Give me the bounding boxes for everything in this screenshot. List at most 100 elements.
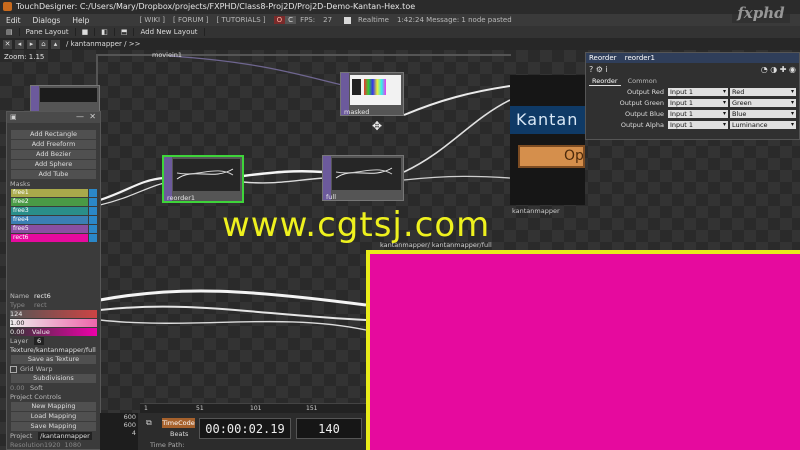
thumbnail-streaks bbox=[176, 168, 234, 180]
info-icon[interactable]: i bbox=[606, 65, 608, 74]
node-thumbnail-colorbars bbox=[350, 75, 401, 105]
type-label: Type bbox=[10, 301, 25, 309]
node-moviein-partial[interactable] bbox=[30, 85, 100, 113]
timeline-value-2: 600 bbox=[123, 421, 136, 429]
param-channel-select[interactable]: Red bbox=[730, 88, 796, 96]
watermark: www.cgtsj.com bbox=[222, 205, 491, 245]
wire-bottom-3 bbox=[99, 319, 367, 331]
resolution-width[interactable]: 1920 bbox=[44, 441, 61, 449]
color-slider-2[interactable]: 1.00 bbox=[10, 319, 97, 327]
add-bezier-button[interactable]: Add Bezier bbox=[11, 150, 96, 159]
param-channel-select[interactable]: Luminance bbox=[730, 121, 796, 129]
subdivisions-button[interactable]: Subdivisions bbox=[11, 374, 96, 383]
param-toolbar-icons: ? ⚙ i bbox=[589, 65, 608, 74]
param-input-select[interactable]: Input 1 bbox=[668, 110, 728, 118]
color-chart bbox=[364, 79, 386, 95]
param-op-name[interactable]: reorder1 bbox=[625, 54, 655, 62]
wire-in-reorder bbox=[99, 176, 165, 202]
mask-item[interactable]: free2 bbox=[11, 198, 97, 206]
param-channel-select[interactable]: Green bbox=[730, 99, 796, 107]
beats-button[interactable]: Beats bbox=[170, 430, 188, 438]
mask-select-button[interactable] bbox=[89, 225, 97, 233]
parameter-panel: Reorder reorder1 ? ⚙ i ◔ ◑ ✚ ◉ Reorder C… bbox=[585, 52, 800, 140]
mask-select-button[interactable] bbox=[89, 207, 97, 215]
name-value[interactable]: rect6 bbox=[34, 292, 51, 300]
texture-field[interactable]: Texture/kantanmapper/full bbox=[10, 346, 97, 354]
output-viewer[interactable] bbox=[366, 250, 800, 450]
tab-reorder[interactable]: Reorder bbox=[589, 77, 621, 86]
comment-icon[interactable]: ◔ bbox=[761, 65, 768, 74]
chart-dark-patch bbox=[352, 79, 361, 95]
type-value: rect bbox=[34, 301, 47, 309]
mask-item[interactable]: rect6 bbox=[11, 234, 97, 242]
load-mapping-button[interactable]: Load Mapping bbox=[11, 412, 96, 421]
frame-display[interactable]: 140 bbox=[296, 418, 362, 439]
timeline-tick: 151 bbox=[306, 405, 318, 412]
param-tabs: Reorder Common bbox=[589, 77, 660, 86]
layer-row: Layer 6 bbox=[10, 337, 97, 345]
wire-full-out bbox=[403, 99, 511, 173]
add-freeform-button[interactable]: Add Freeform bbox=[11, 140, 96, 149]
time-path-label: Time Path: bbox=[150, 441, 185, 449]
mask-select-button[interactable] bbox=[89, 198, 97, 206]
timeline-left-values: 600 600 4 bbox=[100, 413, 138, 450]
tab-common[interactable]: Common bbox=[625, 77, 660, 86]
param-channel-select[interactable]: Blue bbox=[730, 110, 796, 118]
panel-icon: ▣ bbox=[10, 113, 17, 121]
node-full[interactable]: full bbox=[322, 155, 404, 201]
fxphd-logo: fxphd bbox=[732, 3, 790, 23]
target-icon[interactable]: ◉ bbox=[789, 65, 796, 74]
add-rectangle-button[interactable]: Add Rectangle bbox=[11, 130, 96, 139]
param-input-select[interactable]: Input 1 bbox=[668, 121, 728, 129]
save-mapping-button[interactable]: Save Mapping bbox=[11, 422, 96, 431]
param-op-type: Reorder bbox=[589, 54, 617, 62]
project-value[interactable]: /kantanmapper bbox=[38, 432, 92, 440]
close-icon[interactable]: ✕ bbox=[89, 112, 96, 121]
kantanmapper-node[interactable] bbox=[510, 75, 585, 205]
grid-warp-checkbox[interactable] bbox=[10, 365, 17, 373]
mask-item[interactable]: free3 bbox=[11, 207, 97, 215]
mask-name: rect6 bbox=[11, 234, 88, 242]
layer-value[interactable]: 6 bbox=[34, 337, 45, 345]
node-masked[interactable]: masked bbox=[340, 72, 404, 116]
new-mapping-button[interactable]: New Mapping bbox=[11, 402, 96, 411]
timecode-button[interactable]: TimeCode bbox=[162, 418, 195, 428]
node-reorder[interactable]: reorder1 bbox=[162, 155, 244, 203]
minimize-icon[interactable]: — bbox=[76, 112, 84, 121]
mask-select-button[interactable] bbox=[89, 216, 97, 224]
wire-full-out-2 bbox=[403, 175, 511, 181]
grid-warp-row: Grid Warp bbox=[10, 365, 97, 373]
settings-icon[interactable]: ⚙ bbox=[596, 65, 603, 74]
mask-select-button[interactable] bbox=[89, 234, 97, 242]
param-title-bar: Reorder reorder1 bbox=[586, 53, 799, 63]
timeline-value-3: 4 bbox=[131, 429, 136, 437]
add-sphere-button[interactable]: Add Sphere bbox=[11, 160, 96, 169]
node-label-reorder: reorder1 bbox=[167, 194, 195, 202]
panel-header: ▣ — ✕ bbox=[7, 112, 100, 123]
viewer-icon[interactable]: ◑ bbox=[770, 65, 777, 74]
node-thumbnail bbox=[332, 158, 401, 190]
resolution-height[interactable]: 1080 bbox=[65, 441, 82, 449]
mask-item[interactable]: free1 bbox=[11, 189, 97, 197]
kantan-title: Kantan bbox=[510, 106, 585, 134]
timeline-tick: 51 bbox=[196, 405, 204, 412]
color-slider-1[interactable]: 124 bbox=[10, 310, 97, 318]
wire-movie-masked bbox=[169, 55, 343, 86]
project-label: Project bbox=[10, 432, 33, 440]
soft-value[interactable]: 0.00 bbox=[10, 384, 30, 392]
save-as-texture-button[interactable]: Save as Texture bbox=[11, 355, 96, 364]
param-input-select[interactable]: Input 1 bbox=[668, 88, 728, 96]
timecode-toggle-icon[interactable]: ⧉ bbox=[146, 418, 152, 428]
node-label-full: full bbox=[326, 193, 337, 201]
value-slider[interactable]: 0.00 Value bbox=[10, 328, 97, 336]
mask-item[interactable]: free5 bbox=[11, 225, 97, 233]
help-icon[interactable]: ? bbox=[589, 65, 593, 74]
timecode-display[interactable]: 00:00:02.19 bbox=[199, 418, 291, 439]
mask-item[interactable]: free4 bbox=[11, 216, 97, 224]
expand-icon[interactable]: ✚ bbox=[780, 65, 787, 74]
param-input-select[interactable]: Input 1 bbox=[668, 99, 728, 107]
timeline-ruler[interactable]: 1 51 101 151 bbox=[140, 403, 366, 413]
kantan-open-button[interactable]: Op bbox=[518, 145, 585, 168]
add-tube-button[interactable]: Add Tube bbox=[11, 170, 96, 179]
mask-select-button[interactable] bbox=[89, 189, 97, 197]
